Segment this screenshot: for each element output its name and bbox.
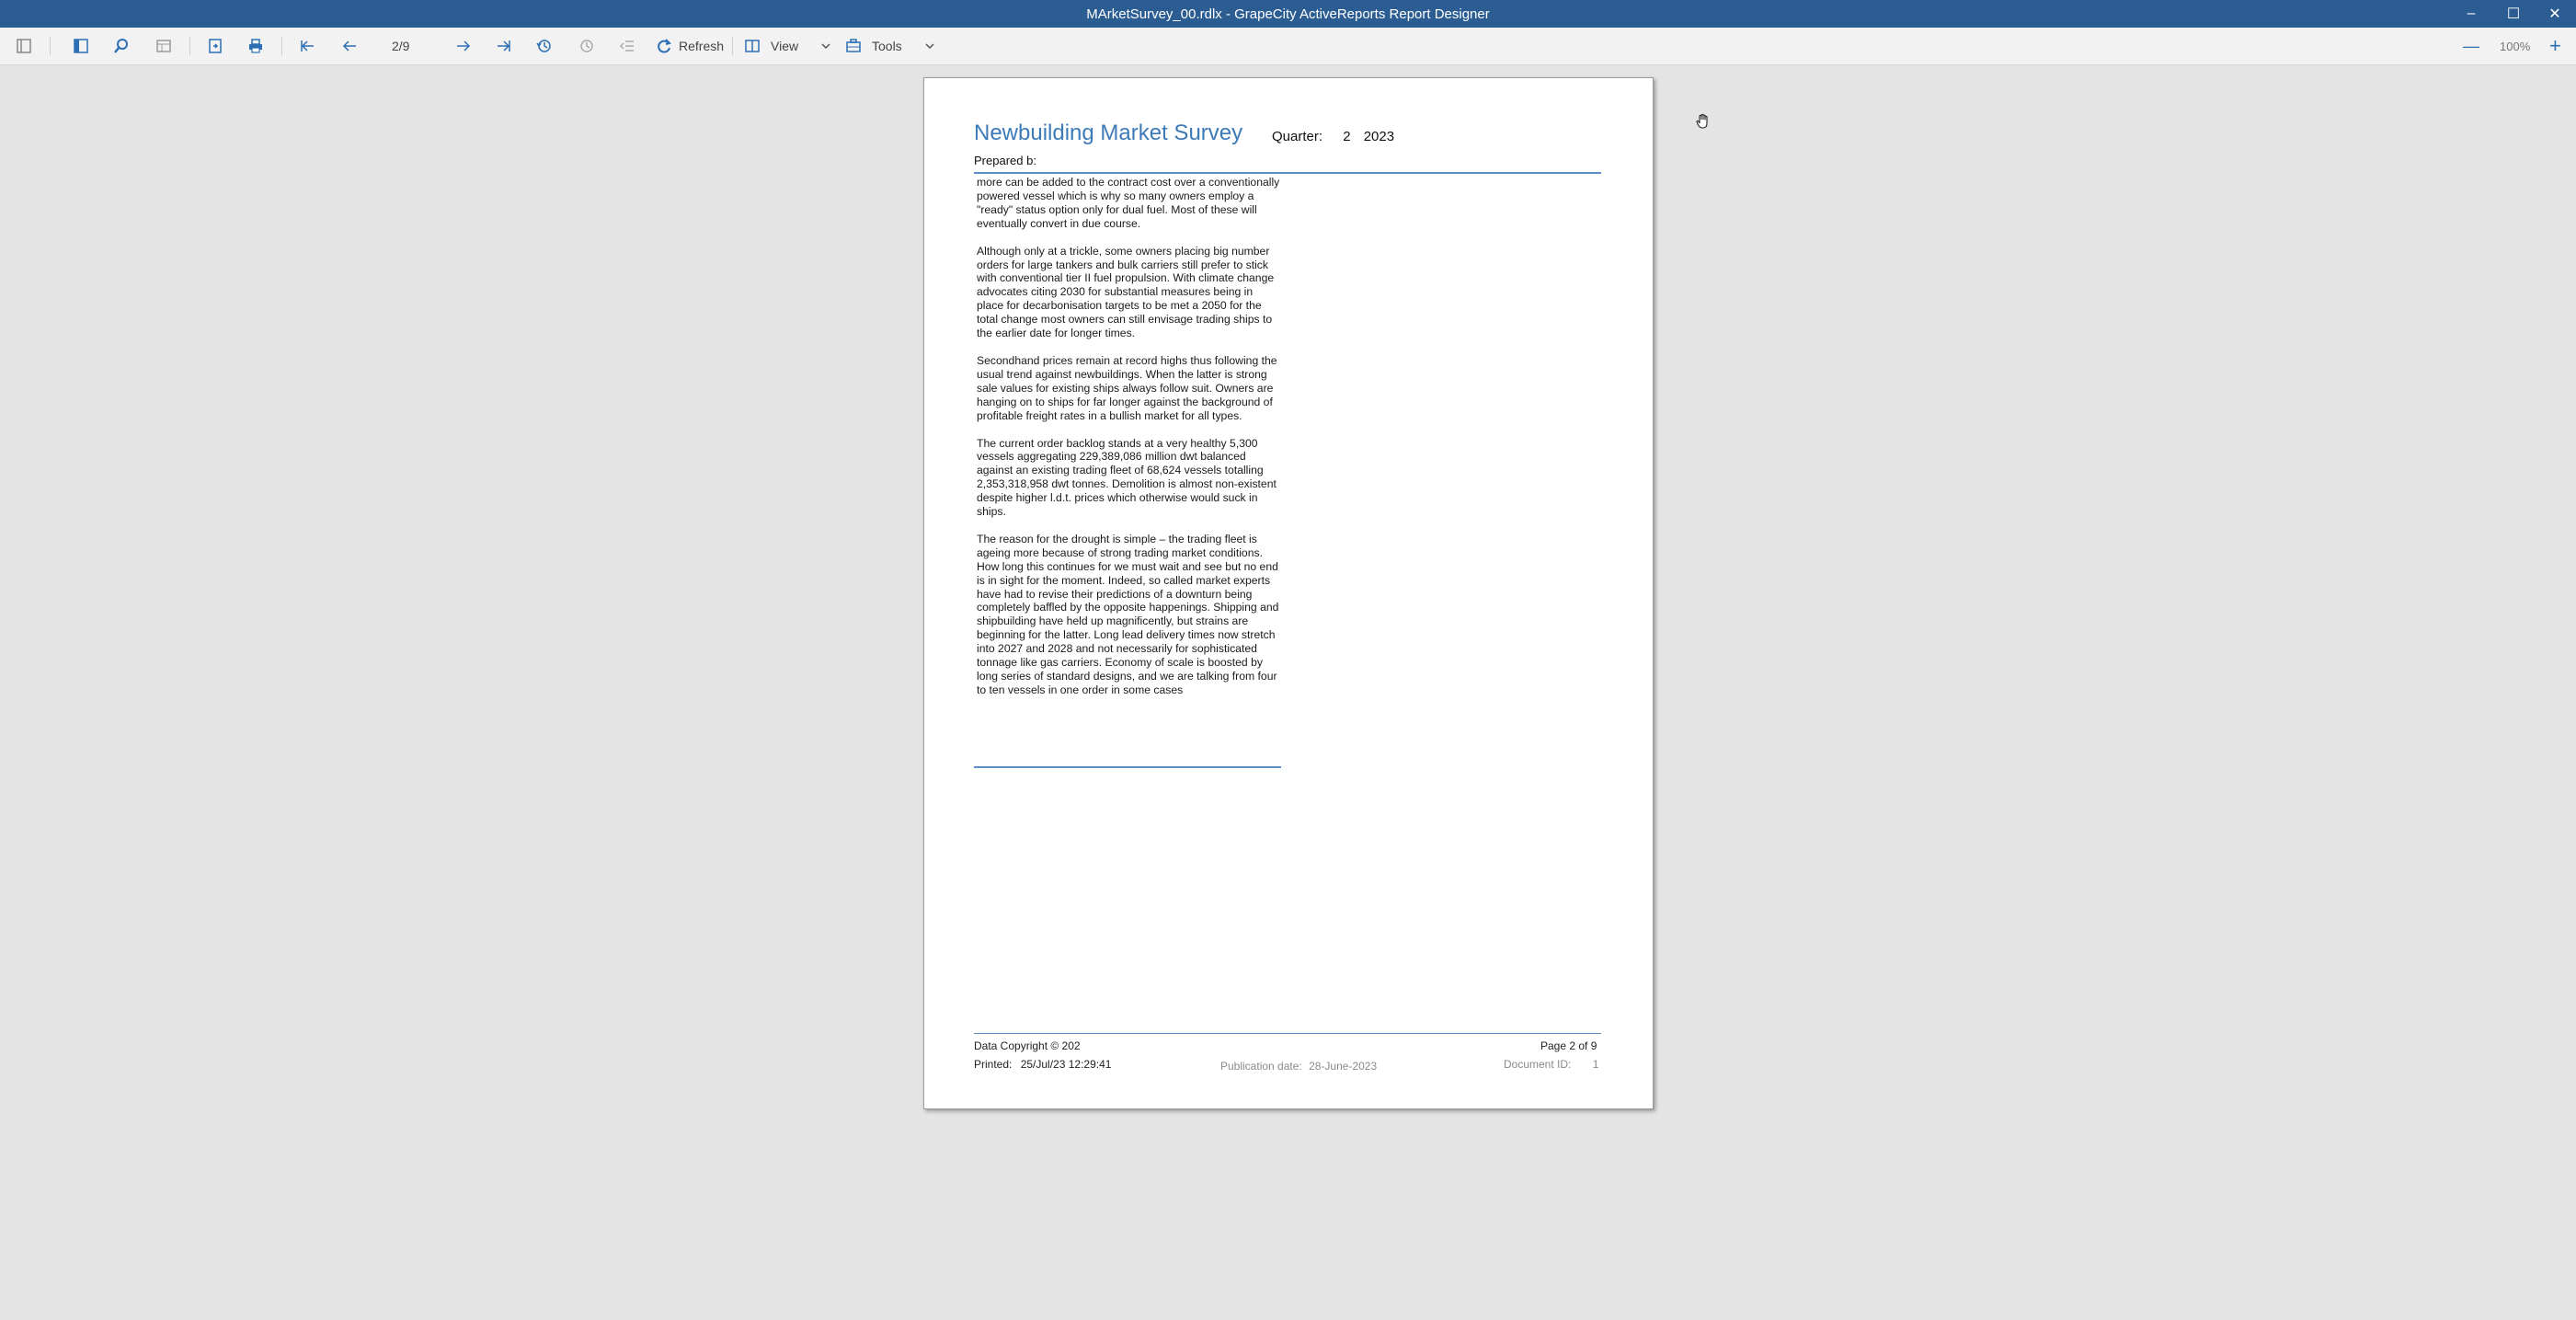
paragraph: more can be added to the contract cost o… [977,176,1280,230]
back-button[interactable] [15,35,33,57]
previous-page-button[interactable] [340,35,359,57]
tools-icon [846,39,861,52]
chevron-down-icon [925,43,934,50]
print-icon [249,39,262,53]
chevron-down-icon [821,43,830,50]
multipage-button[interactable] [155,35,173,57]
copyright: Data Copyright © 202 [974,1039,1081,1052]
window-title: MArketSurvey_00.rdlx - GrapeCity ActiveR… [1086,6,1490,22]
publication-label: Publication date: [1220,1060,1302,1073]
refresh-icon [658,39,671,53]
view-icon [745,40,760,52]
body-divider [974,766,1281,768]
printed-date: Printed: 25/Jul/23 12:29:41 [974,1058,1111,1071]
view-label: View [771,39,799,53]
publication-value: 28-June-2023 [1309,1060,1378,1073]
tools-label: Tools [872,39,902,53]
quarter-label: Quarter: [1272,129,1323,144]
toggle-sidebar-button[interactable] [72,35,90,57]
export-icon [209,39,222,53]
history-forward-icon [580,40,593,52]
report-title: Newbuilding Market Survey [974,121,1243,145]
paragraph: The reason for the drought is simple – t… [977,532,1279,696]
print-button[interactable] [246,35,265,57]
sidebar-icon [74,39,88,53]
view-dropdown[interactable]: View [743,35,835,57]
tools-dropdown[interactable]: Tools [844,35,939,57]
document-id-value: 1 [1592,1058,1599,1071]
first-page-button[interactable] [298,35,316,57]
close-button[interactable]: ✕ [2534,0,2576,28]
quarter-field: Quarter: 2 2023 [1272,129,1394,144]
refresh-label: Refresh [679,39,725,53]
footer-divider [974,1033,1601,1034]
zoom-level[interactable]: 100% [2500,35,2530,57]
parent-report-button[interactable] [618,35,636,57]
page-number: Page 2 of 9 [1540,1039,1597,1052]
paragraph: Secondhand prices remain at record highs… [977,353,1277,422]
arrow-right-icon [457,40,471,52]
hand-cursor-icon [1696,113,1708,129]
zoom-out-button[interactable]: — [2463,35,2479,57]
export-button[interactable] [206,35,224,57]
last-page-icon [498,40,510,52]
title-bar: MArketSurvey_00.rdlx - GrapeCity ActiveR… [0,0,2576,28]
last-page-button[interactable] [495,35,513,57]
page-indicator[interactable]: 2/9 [392,35,409,57]
history-back-button[interactable] [535,35,554,57]
arrow-left-icon [342,40,356,52]
document-id-label: Document ID: [1504,1058,1572,1071]
printed-value: 25/Jul/23 12:29:41 [1020,1058,1112,1071]
document-id: Document ID: 1 [1504,1058,1598,1071]
toolbar: 2/9 Refresh View Tools — 100% + [0,28,2576,65]
printed-label: Printed: [974,1058,1013,1071]
report-page: Newbuilding Market Survey Quarter: 2 202… [923,77,1654,1109]
maximize-button[interactable]: ☐ [2492,0,2535,28]
first-page-icon [301,40,314,52]
minimize-button[interactable]: – [2450,0,2492,28]
paragraph: The current order backlog stands at a ve… [977,436,1277,519]
year-value: 2023 [1363,129,1395,144]
history-forward-button[interactable] [578,35,596,57]
outdent-icon [619,40,634,52]
publication-date: Publication date: 28-June-2023 [1220,1060,1377,1073]
paragraph: Although only at a trickle, some owners … [977,244,1275,340]
refresh-button[interactable]: Refresh [655,35,724,57]
search-icon [114,39,128,53]
header-divider [974,172,1601,174]
quarter-value: 2 [1343,129,1351,144]
prepared-by: Prepared b: [974,154,1036,167]
next-page-button[interactable] [454,35,473,57]
search-button[interactable] [112,35,131,57]
pages-icon [156,40,171,52]
history-icon [536,40,551,52]
zoom-in-button[interactable]: + [2549,34,2561,57]
back-icon [17,39,31,53]
report-body: more can be added to the contract cost o… [977,176,1280,711]
